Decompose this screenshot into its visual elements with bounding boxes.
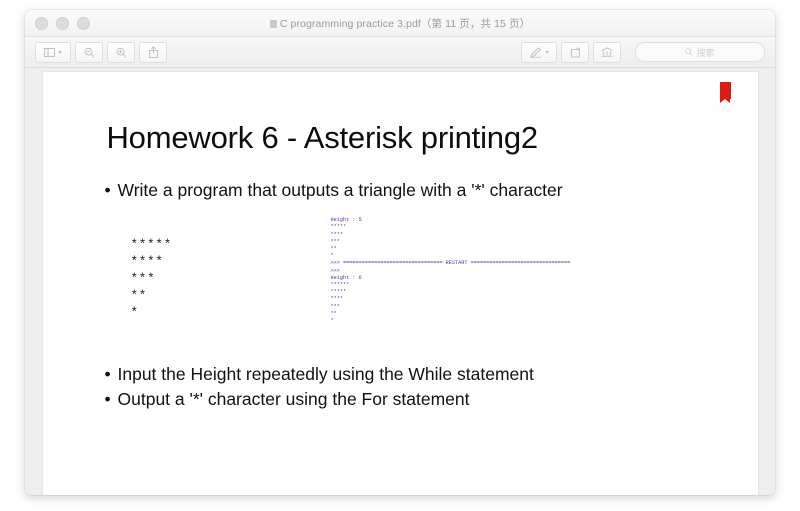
toolbar-left-group [35,41,167,63]
page-title: Homework 6 - Asterisk printing2 [106,120,539,155]
chevron-down-icon [58,50,62,54]
idle-console-output: Height : 5 ***** **** *** ** * >>> =====… [330,217,571,325]
document-icon [269,19,277,28]
toolbar-right-group: 搜索 [521,41,765,63]
zoom-out-button[interactable] [75,41,103,63]
export-button[interactable] [593,41,621,63]
sidebar-toggle-button[interactable] [35,41,71,63]
bullet-item-1: • Write a program that outputs a triangle… [105,180,563,201]
search-placeholder: 搜索 [696,47,715,58]
bullet-text-3: Output a '*' character using the For sta… [117,389,470,409]
preview-window: C programming practice 3.pdf（第 11 页，共 15… [25,10,775,495]
zoom-button[interactable] [77,16,90,30]
bank-icon [601,47,613,57]
search-input[interactable]: 搜索 [635,42,765,62]
bullet-item-3: • Output a '*' character using the For st… [105,389,470,410]
bullet-marker: • [104,364,111,384]
traffic-light-group [25,16,90,30]
pen-icon [529,46,542,58]
window-titlebar: C programming practice 3.pdf（第 11 页，共 15… [25,10,775,37]
bullet-item-2: • Input the Height repeatedly using the W… [105,364,534,385]
bullet-text-1: Write a program that outputs a triangle … [117,180,563,200]
zoom-in-icon [116,47,127,58]
share-icon [148,46,158,58]
minimize-button[interactable] [56,16,69,30]
pdf-page: Homework 6 - Asterisk printing2 • Write a… [42,72,758,495]
sidebar-icon [44,47,55,57]
bullet-marker: • [104,389,111,409]
chevron-down-icon [544,50,549,54]
zoom-out-icon [84,47,95,58]
markup-button[interactable] [521,41,557,63]
bookmark-icon[interactable] [719,82,731,103]
document-scroll-area[interactable]: Homework 6 - Asterisk printing2 • Write a… [25,68,775,495]
toolbar: 搜索 [25,37,775,68]
rotate-icon [570,47,581,58]
window-title-text: C programming practice 3.pdf（第 11 页，共 15… [279,17,531,30]
share-button[interactable] [139,41,167,63]
search-icon [685,43,694,61]
close-button[interactable] [35,16,48,30]
zoom-in-button[interactable] [107,41,135,63]
rotate-button[interactable] [561,41,589,63]
bullet-text-2: Input the Height repeatedly using the Wh… [117,364,534,384]
asterisk-triangle-figure: ***** **** *** ** * [130,237,173,320]
window-title: C programming practice 3.pdf（第 11 页，共 15… [25,16,775,31]
bullet-marker: • [104,180,111,200]
